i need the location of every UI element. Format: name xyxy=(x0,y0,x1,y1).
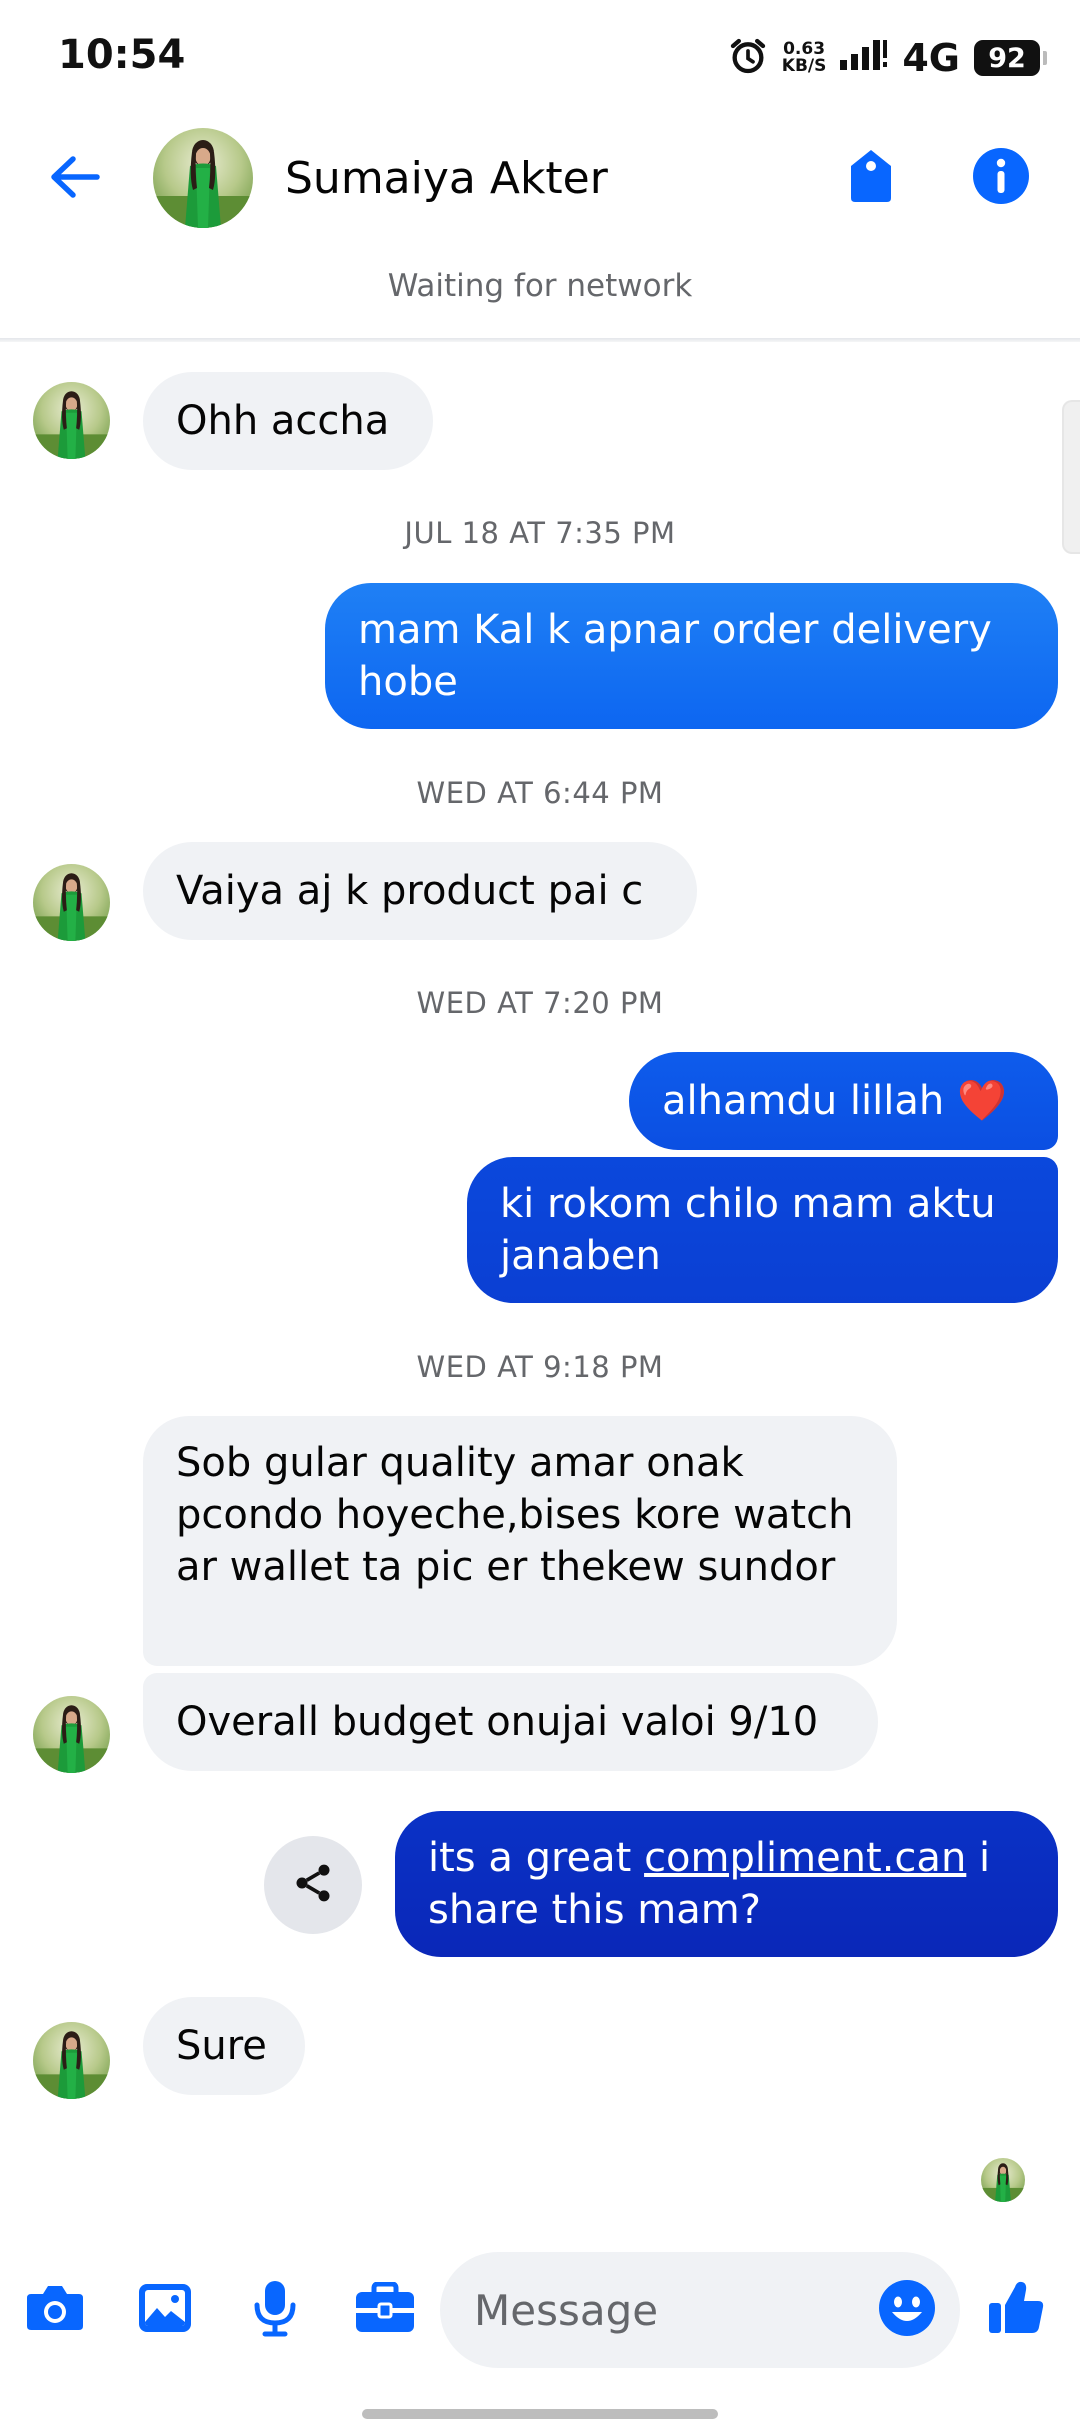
microphone-icon xyxy=(253,2279,297,2341)
message-text: ki rokom chilo mam aktu janaben xyxy=(500,1181,996,1279)
alarm-icon xyxy=(728,36,768,80)
microphone-button[interactable] xyxy=(238,2273,312,2347)
outgoing-message[interactable]: its a great compliment.can i share this … xyxy=(395,1811,1058,1957)
outgoing-message[interactable]: ki rokom chilo mam aktu janaben xyxy=(467,1157,1058,1303)
briefcase-button[interactable] xyxy=(348,2273,422,2347)
message-text: mam Kal k apnar order delivery hobe xyxy=(358,607,992,705)
incoming-message[interactable]: Vaiya aj k product pai c xyxy=(143,842,697,940)
incoming-message[interactable]: Sure xyxy=(143,1997,305,2095)
like-button[interactable] xyxy=(978,2270,1056,2348)
speed-unit: KB/S xyxy=(781,56,827,76)
message-composer xyxy=(0,2240,1080,2380)
camera-button[interactable] xyxy=(18,2273,92,2347)
tag-button[interactable] xyxy=(835,142,907,214)
header-divider xyxy=(0,338,1080,342)
emoji-icon xyxy=(878,2279,936,2341)
chat-header: Sumaiya Akter xyxy=(0,118,1080,238)
network-status: Waiting for network xyxy=(387,268,693,304)
contact-avatar[interactable] xyxy=(153,128,253,228)
briefcase-icon xyxy=(354,2281,416,2338)
tag-icon xyxy=(847,148,895,208)
battery-level: 92 xyxy=(988,42,1026,74)
message-text: Vaiya aj k product pai c xyxy=(176,868,644,914)
sender-avatar[interactable] xyxy=(33,382,110,459)
gallery-button[interactable] xyxy=(128,2273,202,2347)
message-input-container[interactable] xyxy=(440,2252,960,2368)
message-timestamp: WED AT 7:20 PM xyxy=(416,986,664,1020)
back-button[interactable] xyxy=(42,146,108,212)
battery-icon: 92 xyxy=(974,40,1047,76)
message-text: Sure xyxy=(176,2023,267,2069)
message-text: Overall budget onujai valoi 9/10 xyxy=(176,1699,819,1745)
message-text: Sob gular quality amar onak pcondo hoyec… xyxy=(176,1440,854,1590)
status-bar: 10:54 0.63 KB/S 4G 92 xyxy=(0,0,1080,118)
status-indicators: 0.63 KB/S 4G 92 xyxy=(728,30,1047,86)
share-button[interactable] xyxy=(264,1836,362,1934)
back-arrow-icon xyxy=(49,155,101,203)
message-input[interactable] xyxy=(474,2252,854,2368)
info-button[interactable] xyxy=(965,142,1037,214)
signal-icon xyxy=(840,38,888,78)
message-timestamp: WED AT 6:44 PM xyxy=(416,776,664,810)
outgoing-message[interactable]: mam Kal k apnar order delivery hobe xyxy=(325,583,1058,729)
message-text-before: its a great xyxy=(428,1835,645,1881)
sender-avatar[interactable] xyxy=(33,1696,110,1773)
network-type: 4G xyxy=(902,36,960,80)
thumbs-up-icon xyxy=(987,2277,1047,2341)
message-timestamp: JUL 18 AT 7:35 PM xyxy=(404,516,676,550)
message-timestamp: WED AT 9:18 PM xyxy=(416,1350,664,1384)
home-indicator[interactable] xyxy=(362,2409,718,2419)
outgoing-message[interactable]: alhamdu lillah ❤️ xyxy=(629,1052,1058,1150)
message-text: Ohh accha xyxy=(176,398,390,444)
sender-avatar[interactable] xyxy=(33,864,110,941)
message-text: alhamdu lillah ❤️ xyxy=(662,1078,1007,1124)
sender-avatar[interactable] xyxy=(33,2022,110,2099)
network-speed: 0.63 KB/S xyxy=(782,41,827,75)
incoming-message[interactable]: Sob gular quality amar onak pcondo hoyec… xyxy=(143,1416,897,1666)
incoming-message[interactable]: Ohh accha xyxy=(143,372,433,470)
status-time: 10:54 xyxy=(58,32,186,78)
info-icon xyxy=(972,147,1030,209)
message-text: its a great compliment.can i share this … xyxy=(428,1832,1025,1936)
image-icon xyxy=(137,2282,193,2338)
contact-name[interactable]: Sumaiya Akter xyxy=(285,153,608,204)
emoji-button[interactable] xyxy=(872,2275,942,2345)
incoming-message[interactable]: Overall budget onujai valoi 9/10 xyxy=(143,1673,878,1771)
camera-icon xyxy=(25,2282,85,2338)
message-link[interactable]: compliment.can xyxy=(644,1835,966,1881)
share-icon xyxy=(291,1861,335,1909)
seen-receipt-avatar xyxy=(981,2158,1025,2202)
